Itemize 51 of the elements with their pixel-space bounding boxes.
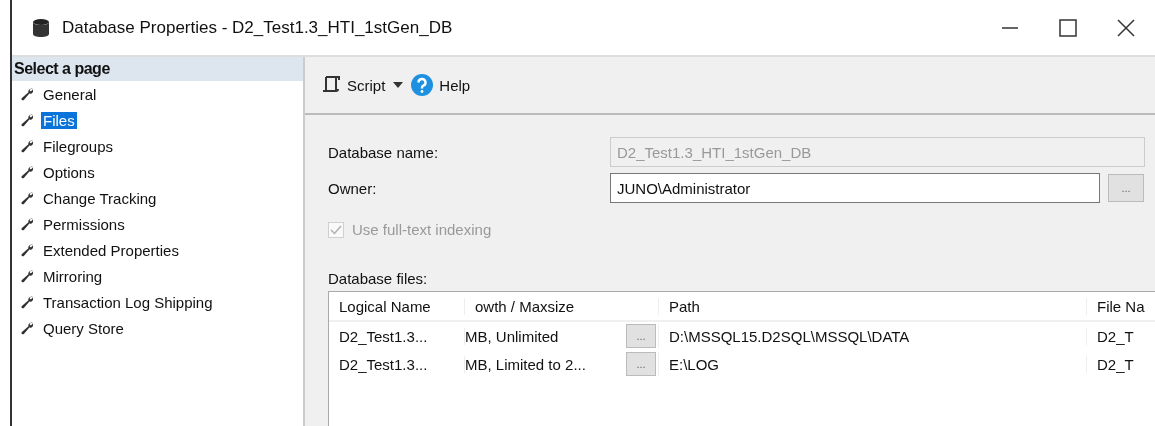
wrench-icon (20, 112, 35, 128)
wrench-icon (20, 138, 35, 154)
table-cell: E:\LOG (659, 355, 1087, 373)
column-header[interactable]: File Na (1087, 297, 1155, 315)
wrench-icon (20, 268, 35, 284)
sidebar-item[interactable]: General (41, 85, 99, 103)
help-button[interactable]: Help (409, 72, 473, 98)
help-icon (411, 74, 434, 96)
table-cell: D:\MSSQL15.D2SQL\MSSQL\DATA (659, 327, 1087, 345)
wrench-icon (20, 242, 35, 258)
sidebar-item[interactable]: Extended Properties (41, 241, 181, 259)
owner-field[interactable]: JUNO\Administrator (610, 173, 1100, 203)
sidebar-item[interactable]: Permissions (41, 215, 127, 233)
script-icon (321, 75, 341, 95)
sidebar-item[interactable]: Mirroring (41, 267, 105, 285)
column-header[interactable]: Path (659, 297, 1087, 315)
sidebar-item[interactable]: Transaction Log Shipping (41, 293, 215, 311)
database-icon (32, 17, 50, 38)
browse-button[interactable]: ... (626, 352, 656, 376)
sidebar-item[interactable]: Query Store (41, 319, 126, 337)
sidebar-item[interactable]: Options (41, 163, 97, 181)
wrench-icon (20, 320, 35, 336)
script-button[interactable]: Script (319, 73, 388, 97)
window-title: Database Properties - D2_Test1.3_HTI_1stGen_DB (62, 17, 454, 38)
browse-button[interactable]: ... (1108, 174, 1144, 202)
checkbox-label: Use full-text indexing (352, 221, 492, 238)
table-cell: D2_T (1087, 327, 1155, 345)
section-label: Database files: (328, 270, 429, 287)
wrench-icon (20, 190, 35, 206)
sidebar-header: Select a page (12, 57, 303, 81)
sidebar-item[interactable]: Files (41, 111, 77, 129)
table-cell: MB, Limited to 2... (465, 355, 586, 373)
sidebar-item[interactable]: Filegroups (41, 137, 116, 155)
checkmark-icon (330, 224, 342, 235)
maximize-icon[interactable] (1059, 18, 1077, 37)
field-label: Database name: (328, 143, 440, 161)
dropdown-caret-icon[interactable] (393, 82, 404, 88)
column-header[interactable]: owth / Maxsize (465, 297, 659, 315)
table-cell: D2_Test1.3... (329, 355, 465, 373)
wrench-icon (20, 216, 35, 232)
wrench-icon (20, 294, 35, 310)
close-icon[interactable] (1117, 18, 1135, 37)
wrench-icon (20, 86, 35, 102)
table-cell: D2_Test1.3... (329, 327, 465, 345)
browse-button[interactable]: ... (626, 324, 656, 348)
column-header[interactable]: Logical Name (329, 297, 465, 315)
sidebar-item[interactable]: Change Tracking (41, 189, 159, 207)
wrench-icon (20, 164, 35, 180)
table-cell: D2_T (1087, 355, 1155, 373)
field-label: Owner: (328, 179, 378, 197)
table-cell: MB, Unlimited (465, 327, 559, 345)
